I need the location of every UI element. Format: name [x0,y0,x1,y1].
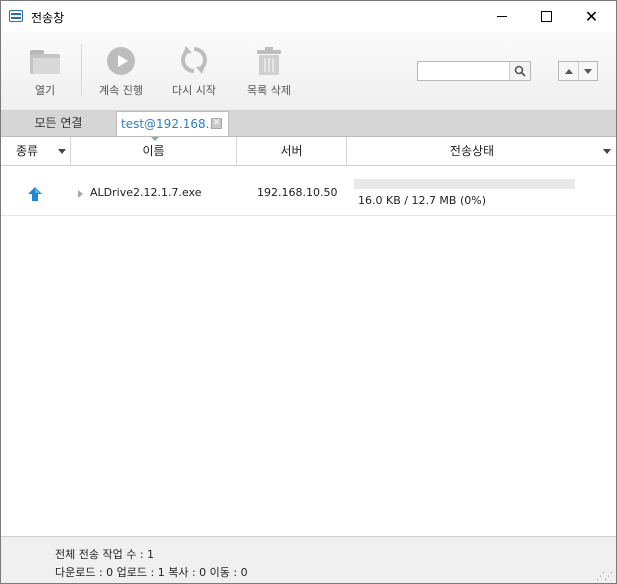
tab-close-icon[interactable]: ✕ [211,118,222,129]
search-nav [558,61,598,81]
title-bar[interactable]: 전송창 ✕ [1,1,616,32]
dropdown-arrow-icon [602,149,611,154]
close-button[interactable]: ✕ [569,1,614,32]
resume-label: 계속 진행 [99,84,143,97]
folder-icon [28,44,62,78]
search-button[interactable] [509,62,530,80]
upload-arrow-icon [28,187,42,201]
restart-button[interactable]: 다시 시작 [166,44,222,100]
transfer-list-empty-area [1,216,616,536]
search-input[interactable] [418,62,520,80]
restart-icon [177,44,211,78]
connection-tabs: 모든 연결 test@192.168.... ✕ [1,111,616,137]
maximize-button[interactable] [524,1,569,32]
column-name[interactable]: 이름 [71,137,237,165]
search-icon [514,65,526,77]
column-status[interactable]: 전송상태 [347,137,597,165]
tab-connection[interactable]: test@192.168.... ✕ [116,111,229,136]
status-bar: 전체 전송 작업 수 : 1 다운로드 : 0 업로드 : 1 복사 : 0 이… [1,536,616,583]
search-box [417,61,531,81]
maximize-icon [541,11,552,22]
tab-all-connections[interactable]: 모든 연결 [1,111,116,136]
open-button[interactable]: 열기 [21,44,69,100]
window-title: 전송창 [31,11,65,25]
transfer-row[interactable]: ALDrive2.12.1.7.exe 192.168.10.50 16.0 K… [1,166,616,216]
chevron-down-icon [583,68,592,74]
progress-text: 16.0 KB / 12.7 MB (0%) [358,194,487,207]
toolbar: 열기 계속 진행 다시 시작 목록 삭제 [1,32,616,111]
transfer-app-icon [9,10,23,22]
type-filter-dropdown[interactable] [53,137,71,165]
transfer-breakdown-text: 다운로드 : 0 업로드 : 1 복사 : 0 이동 : 0 [55,566,248,579]
column-name-label: 이름 [142,144,165,158]
status-column-dropdown[interactable] [597,137,616,165]
resize-grip-icon[interactable]: ⋰⋰ [596,572,613,582]
file-name: ALDrive2.12.1.7.exe [90,186,202,199]
search-next-button[interactable] [578,62,597,80]
close-icon: ✕ [584,6,599,26]
restart-label: 다시 시작 [172,84,216,97]
column-header: 종류 이름 서버 전송상태 [1,137,616,166]
resume-button[interactable]: 계속 진행 [93,44,149,100]
chevron-up-icon [564,68,573,74]
expand-icon[interactable] [78,190,83,198]
transfer-window: 전송창 ✕ 열기 계속 진행 다시 시작 목록 삭제 모든 연결 test@19… [0,0,617,584]
minimize-icon [496,16,507,17]
sort-indicator-icon [151,137,159,141]
column-server[interactable]: 서버 [237,137,347,165]
trash-icon [252,44,286,78]
total-transfers-text: 전체 전송 작업 수 : 1 [55,548,155,561]
progress-bar [354,179,575,189]
minimize-button[interactable] [479,1,524,32]
dropdown-arrow-icon [57,149,66,154]
toolbar-divider [81,44,82,96]
search-prev-button[interactable] [559,62,579,80]
play-icon [107,47,135,75]
delete-list-label: 목록 삭제 [247,84,291,97]
server-address: 192.168.10.50 [257,186,338,199]
column-type[interactable]: 종류 [1,137,53,165]
delete-list-button[interactable]: 목록 삭제 [241,44,297,100]
open-label: 열기 [34,84,56,97]
tab-connection-label: test@192.168.... [121,117,221,131]
